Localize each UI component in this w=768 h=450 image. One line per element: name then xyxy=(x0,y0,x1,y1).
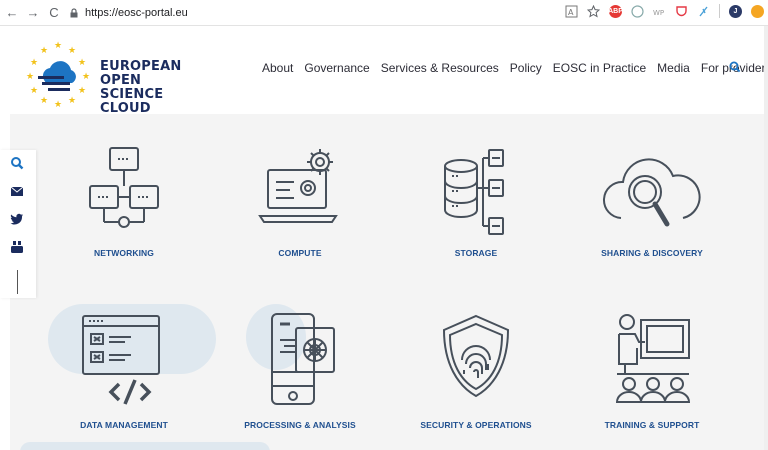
storage-icon xyxy=(444,149,504,235)
security-operations-icon xyxy=(442,314,510,398)
youtube-icon[interactable] xyxy=(10,240,24,254)
forward-button[interactable]: → xyxy=(24,4,42,22)
eosc-logo-mark: ★ ★ ★ ★ ★ ★ ★ ★ ★ ★ ★ ★ xyxy=(26,41,90,108)
twitter-icon[interactable] xyxy=(10,212,24,226)
compute-icon xyxy=(258,149,338,223)
profile-avatar[interactable]: J xyxy=(729,4,742,18)
logo-line-2: SCIENCE CLOUD xyxy=(100,87,164,116)
tile-compute[interactable]: COMPUTE xyxy=(210,142,390,258)
svg-text:★: ★ xyxy=(26,72,34,82)
search-icon[interactable] xyxy=(728,60,742,74)
logo-wordmark: EUROPEAN OPEN SCIENCE CLOUD xyxy=(100,60,202,116)
tile-networking[interactable]: NETWORKING xyxy=(34,142,214,258)
extension-feather-icon[interactable] xyxy=(697,5,710,18)
tile-label: PROCESSING & ANALYSIS xyxy=(244,420,356,430)
nav-eosc-in-practice[interactable]: EOSC in Practice xyxy=(553,61,646,75)
tile-processing-analysis[interactable]: PROCESSING & ANALYSIS xyxy=(210,310,390,430)
svg-text:★: ★ xyxy=(54,41,62,51)
svg-text:★: ★ xyxy=(40,96,48,106)
svg-text:★: ★ xyxy=(78,58,86,68)
main-navigation: About Governance Services & Resources Po… xyxy=(262,61,768,75)
nav-services-resources[interactable]: Services & Resources xyxy=(381,61,499,75)
pocket-extension-icon[interactable] xyxy=(675,5,688,18)
skype-extension-icon[interactable] xyxy=(631,4,644,18)
toolbar-separator xyxy=(719,4,720,18)
svg-text:WP: WP xyxy=(653,9,664,17)
decor-blob xyxy=(20,442,270,450)
processing-analysis-icon xyxy=(271,313,335,405)
svg-text:★: ★ xyxy=(30,86,38,96)
nav-about[interactable]: About xyxy=(262,61,293,75)
profile-initial: J xyxy=(733,7,738,15)
svg-text:★: ★ xyxy=(68,46,76,56)
nav-media[interactable]: Media xyxy=(657,61,690,75)
svg-text:★: ★ xyxy=(30,58,38,68)
nav-policy[interactable]: Policy xyxy=(510,61,542,75)
eosc-logo[interactable]: ★ ★ ★ ★ ★ ★ ★ ★ ★ ★ ★ ★ EUROPEAN OPEN SC… xyxy=(22,36,202,116)
email-icon[interactable] xyxy=(10,184,24,198)
logo-line-1: EUROPEAN OPEN xyxy=(100,59,182,88)
update-indicator-icon[interactable] xyxy=(751,4,764,18)
training-support-icon xyxy=(615,314,691,403)
sidebar-divider xyxy=(17,270,18,294)
svg-text:★: ★ xyxy=(54,100,62,108)
tile-label: TRAINING & SUPPORT xyxy=(604,420,700,430)
translate-icon[interactable]: A xyxy=(565,5,578,18)
nav-governance[interactable]: Governance xyxy=(304,61,369,75)
svg-text:★: ★ xyxy=(40,46,48,56)
networking-icon xyxy=(89,147,159,228)
services-grid: NETWORKING COMPUTE STORAGE SHARING & DIS… xyxy=(10,114,768,450)
bookmark-star-icon[interactable] xyxy=(587,4,600,18)
tile-label: STORAGE xyxy=(454,248,498,258)
adblock-badge: ABP xyxy=(608,7,623,15)
search-icon[interactable] xyxy=(10,156,24,170)
tile-label: NETWORKING xyxy=(93,248,155,258)
url-text: https://eosc-portal.eu xyxy=(85,6,188,19)
tile-training-support[interactable]: TRAINING & SUPPORT xyxy=(562,310,742,430)
social-sidebar xyxy=(0,150,36,298)
svg-text:A: A xyxy=(568,8,574,17)
sharing-discovery-icon xyxy=(602,158,701,227)
tile-label: SECURITY & OPERATIONS xyxy=(420,420,532,430)
tile-sharing-discovery[interactable]: SHARING & DISCOVERY xyxy=(562,142,742,258)
extension-wp-icon[interactable]: WP xyxy=(653,5,666,18)
svg-text:★: ★ xyxy=(78,86,86,96)
page-scrollbar[interactable] xyxy=(764,26,768,450)
reload-button[interactable]: C xyxy=(45,4,63,22)
address-bar[interactable]: https://eosc-portal.eu xyxy=(69,3,188,23)
adblock-extension-icon[interactable]: ABP xyxy=(608,4,623,18)
tile-label: DATA MANAGEMENT xyxy=(80,420,168,430)
site-header: ★ ★ ★ ★ ★ ★ ★ ★ ★ ★ ★ ★ EUROPEAN OPEN SC… xyxy=(0,26,768,116)
lock-icon xyxy=(70,7,78,17)
tile-data-management[interactable]: DATA MANAGEMENT xyxy=(34,310,214,430)
tile-label: COMPUTE xyxy=(278,248,322,258)
tile-security-operations[interactable]: SECURITY & OPERATIONS xyxy=(386,310,566,430)
svg-text:★: ★ xyxy=(82,72,90,82)
tile-storage[interactable]: STORAGE xyxy=(386,142,566,258)
back-button[interactable]: ← xyxy=(3,4,21,22)
svg-text:★: ★ xyxy=(68,96,76,106)
tile-label: SHARING & DISCOVERY xyxy=(601,248,703,258)
browser-toolbar: ← → C https://eosc-portal.eu A ABP WP J xyxy=(0,0,768,26)
data-management-icon xyxy=(82,315,160,405)
